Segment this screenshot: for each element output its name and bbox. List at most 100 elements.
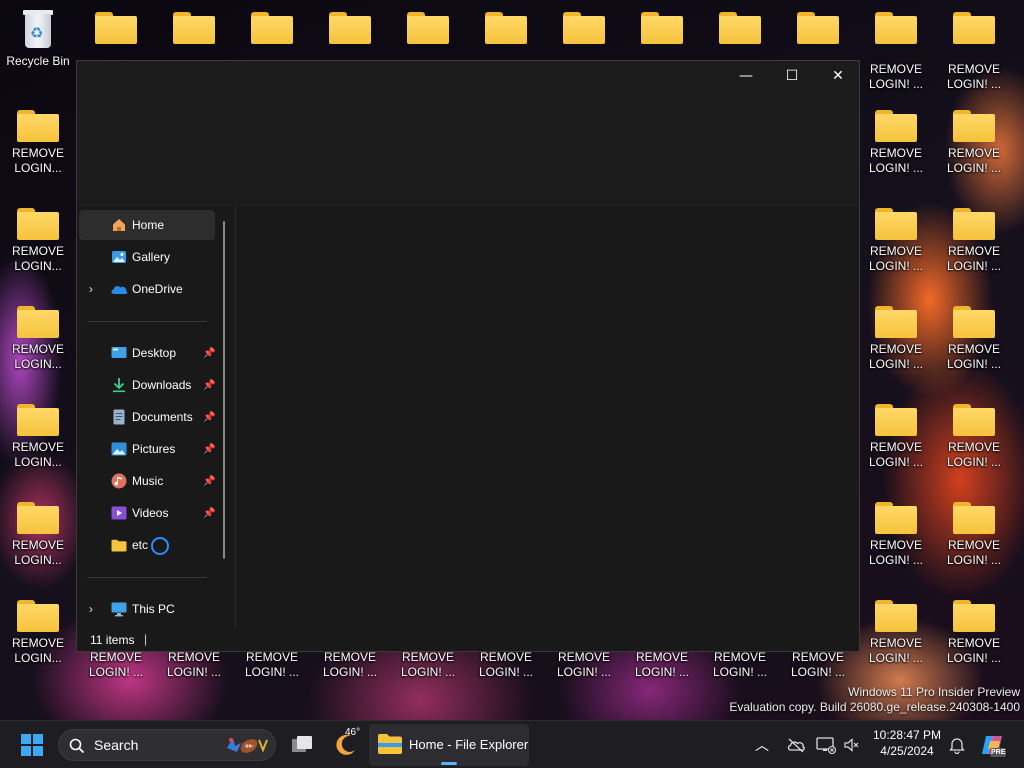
minimize-button[interactable]: — [723,61,769,91]
network-button[interactable] [814,721,838,769]
desktop-folder[interactable]: REMOVE LOGIN... [0,490,76,570]
folder-icon [953,306,995,338]
desktop-folder[interactable]: REMOVE LOGIN! ... [858,392,934,472]
show-hidden-icons-button[interactable]: ︿ [750,721,774,769]
title-bar[interactable]: — ☐ ✕ [77,61,859,207]
folder-icon [875,502,917,534]
recycle-bin-shortcut[interactable]: ♻ Recycle Bin [0,0,76,80]
nav-item-home[interactable]: Home [79,210,215,240]
start-button[interactable] [12,721,52,769]
clock-time: 10:28:47 PM [872,728,942,742]
task-view-icon [292,736,312,752]
desktop-folder[interactable]: REMOVE LOGIN... [0,294,76,374]
copilot-button[interactable]: PRE [976,721,1010,769]
nav-divider [87,577,207,578]
nav-item-desktop[interactable]: Desktop 📌 [79,338,215,368]
close-button[interactable]: ✕ [815,61,861,91]
nav-item-onedrive[interactable]: › OneDrive [79,274,215,304]
bell-icon [949,738,965,754]
desktop-folder-label: REMOVE LOGIN! ... [634,650,689,679]
desktop-folder[interactable]: REMOVE LOGIN! ... [936,588,1012,668]
onedrive-tray-button[interactable] [784,721,808,769]
desktop-folder-label: REMOVE LOGIN! ... [946,636,1001,665]
folder-icon [953,12,995,44]
desktop-folder[interactable]: REMOVE LOGIN! ... [936,294,1012,374]
folder-icon [875,404,917,436]
documents-icon [110,409,128,425]
desktop-folder[interactable]: REMOVE LOGIN! ... [858,196,934,276]
nav-item-downloads[interactable]: Downloads 📌 [79,370,216,555]
pin-icon: 📌 [203,443,216,455]
navigation-pane[interactable]: Home Gallery › OneDrive Desktop 📌 Downlo… [77,207,235,627]
nav-item-label: Desktop [132,346,177,360]
desktop-folder[interactable]: REMOVE LOGIN... [0,98,76,178]
nav-item-etc[interactable]: etc [79,530,215,560]
nav-divider [87,321,207,322]
desktop-folder[interactable]: REMOVE LOGIN! ... [936,98,1012,178]
desktop-folder-label: REMOVE LOGIN! ... [868,538,923,567]
nav-item-label: Home [132,218,165,232]
task-view-button[interactable] [284,721,320,769]
weather-widget[interactable]: 46° [328,721,364,769]
folder-icon [17,502,59,534]
chevron-up-icon: ︿ [755,738,769,754]
volume-muted-icon [844,738,859,752]
nav-scrollbar[interactable] [223,221,225,559]
nav-item-music[interactable]: Music 📌 [79,466,215,496]
clock-date: 4/25/2024 [880,744,934,758]
taskbar[interactable]: Search 46° Home - File Explorer ︿ 10:28:… [0,720,1024,768]
desktop-folder[interactable]: REMOVE LOGIN! ... [936,490,1012,570]
volume-button[interactable] [840,721,864,769]
evaluation-watermark: Windows 11 Pro Insider Preview Evaluatio… [729,685,1020,715]
desktop-folder[interactable]: REMOVE LOGIN... [0,196,76,276]
desktop-folder[interactable]: REMOVE LOGIN! ... [936,196,1012,276]
desktop-folder-label: REMOVE LOGIN! ... [946,146,1001,175]
folder-icon [17,306,59,338]
content-pane[interactable] [236,207,859,627]
folder-icon [875,208,917,240]
pin-icon: 📌 [203,379,216,391]
desktop-folder[interactable]: REMOVE LOGIN! ... [936,392,1012,472]
desktop-folder-label: REMOVE LOGIN! ... [946,440,1001,469]
recycle-bin-label: Recycle Bin [6,54,70,68]
taskbar-app-file-explorer[interactable]: Home - File Explorer [369,724,529,766]
nav-item-videos[interactable]: Videos 📌 [79,498,215,528]
desktop-folder[interactable]: REMOVE LOGIN... [0,392,76,472]
copilot-pre-badge: PRE [990,748,1007,757]
desktop-folder-label: REMOVE LOGIN! ... [946,342,1001,371]
folder-icon [17,208,59,240]
desktop-folder-label: REMOVE LOGIN! ... [478,650,533,679]
chevron-right-icon[interactable]: › [89,282,93,296]
desktop-folder-label: REMOVE LOGIN! ... [790,650,845,679]
nav-item-label: etc [132,538,149,552]
file-explorer-window[interactable]: — ☐ ✕ Home Gallery › OneDrive Desktop 📌 … [76,60,860,652]
desktop-folder[interactable]: REMOVE LOGIN! ... [858,98,934,178]
nav-item-documents[interactable]: Documents 📌 [79,402,215,432]
music-icon [110,473,128,489]
desktop-folder-label: REMOVE LOGIN! ... [712,650,767,679]
desktop-folder[interactable]: REMOVE LOGIN! ... [858,294,934,374]
desktop-folder[interactable]: REMOVE LOGIN! ... [858,490,934,570]
nav-item-gallery[interactable]: Gallery [79,242,215,272]
folder-icon [797,12,839,44]
folder-icon [875,110,917,142]
folder-icon [173,12,215,44]
clock[interactable]: 10:28:47 PM 4/25/2024 [866,727,948,759]
notifications-button[interactable] [946,721,968,769]
maximize-button[interactable]: ☐ [769,61,815,91]
item-count: 11 items [90,633,135,647]
nav-item-label: Documents [132,410,193,424]
desktop-folder[interactable]: REMOVE LOGIN! ... [858,588,934,668]
desktop-folder-label: REMOVE LOGIN! ... [556,650,611,679]
chevron-right-icon[interactable]: › [89,602,93,616]
folder-icon [485,12,527,44]
folder-icon [953,600,995,632]
taskbar-search[interactable]: Search [58,729,276,761]
recycle-bin-icon: ♻ [21,10,55,50]
folder-icon [875,12,917,44]
desktop-folder[interactable]: REMOVE LOGIN... [0,588,76,668]
nav-item-this-pc[interactable]: › This PC [79,594,215,624]
nav-item-label: Gallery [132,250,171,264]
nav-item-pictures[interactable]: Pictures 📌 [79,434,215,464]
desktop-icon [110,345,128,361]
